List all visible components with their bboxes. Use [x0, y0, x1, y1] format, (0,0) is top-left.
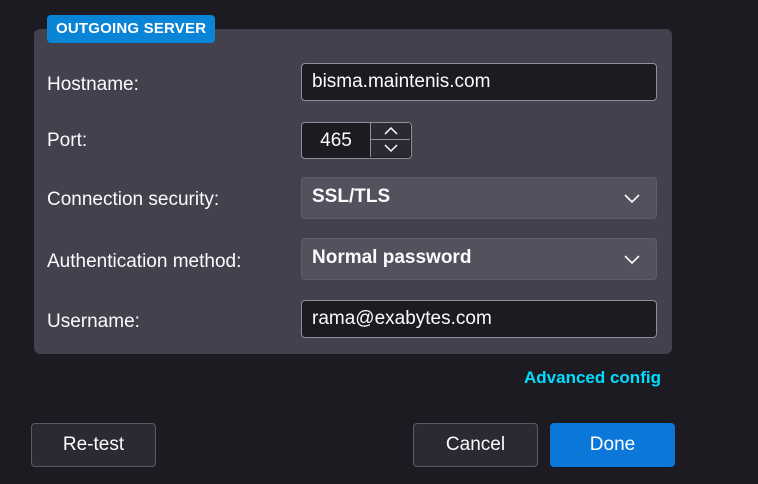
authentication-method-value: Normal password — [312, 247, 472, 268]
connection-security-select[interactable]: SSL/TLS — [301, 177, 657, 219]
username-label: Username: — [47, 311, 140, 332]
cancel-button[interactable]: Cancel — [413, 423, 538, 467]
port-label: Port: — [47, 130, 88, 151]
authentication-method-select[interactable]: Normal password — [301, 238, 657, 280]
advanced-config-link[interactable]: Advanced config — [524, 368, 661, 388]
hostname-label: Hostname: — [47, 74, 139, 95]
connection-security-value: SSL/TLS — [312, 186, 391, 207]
port-stepper[interactable]: 465 — [301, 122, 412, 159]
username-input[interactable] — [301, 300, 657, 338]
outgoing-server-badge: OUTGOING SERVER — [47, 15, 216, 43]
connection-security-label: Connection security: — [47, 189, 220, 210]
chevron-up-icon — [384, 126, 398, 135]
authentication-method-label: Authentication method: — [47, 251, 242, 272]
done-button[interactable]: Done — [550, 423, 675, 467]
port-increment-button[interactable] — [370, 123, 410, 140]
chevron-down-icon — [384, 144, 398, 153]
hostname-input[interactable] — [301, 63, 657, 101]
port-value[interactable]: 465 — [302, 123, 370, 158]
retest-button[interactable]: Re-test — [31, 423, 156, 467]
chevron-down-icon — [624, 255, 640, 265]
chevron-down-icon — [624, 194, 640, 204]
port-decrement-button[interactable] — [370, 140, 410, 157]
